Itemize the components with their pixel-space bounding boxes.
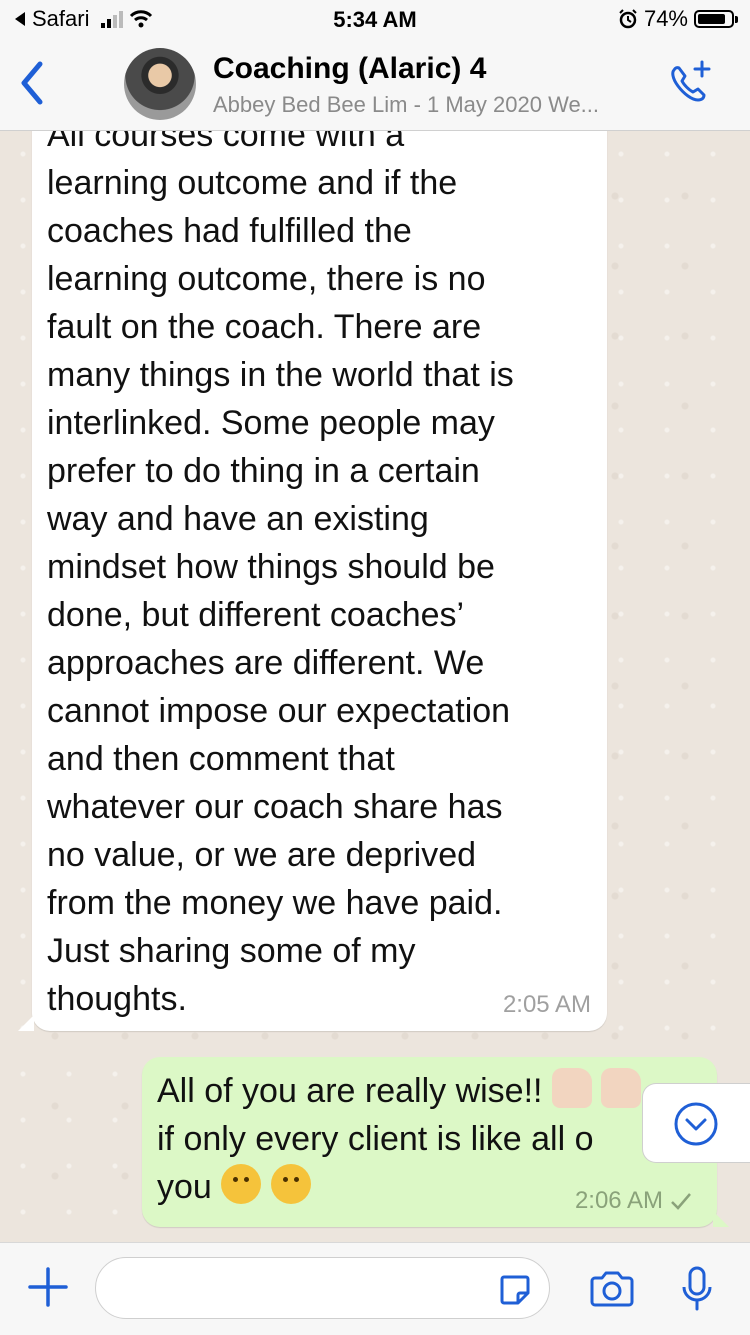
chat-area[interactable]: All courses come with a learning outcome… bbox=[0, 131, 750, 1241]
add-call-icon[interactable] bbox=[664, 58, 716, 110]
message-text: All courses come with a learning outcome… bbox=[47, 131, 514, 1018]
battery-percent: 74% bbox=[643, 6, 688, 31]
back-chevron-icon[interactable] bbox=[14, 58, 54, 108]
microphone-icon[interactable] bbox=[680, 1265, 714, 1313]
status-bar: Safari 5:34 AM 74% bbox=[0, 0, 750, 40]
incoming-message[interactable]: All courses come with a learning outcome… bbox=[18, 131, 607, 1031]
outgoing-message[interactable]: All of you are really wise!! if only eve… bbox=[142, 1057, 729, 1227]
battery-icon bbox=[694, 10, 738, 28]
thumbs-up-emoji bbox=[551, 1068, 592, 1108]
message-time-status: 2:06 AM bbox=[575, 1187, 693, 1215]
message-line-3: you bbox=[157, 1168, 212, 1206]
message-time: 2:06 AM bbox=[574, 1187, 663, 1214]
chat-subtitle[interactable]: Abbey Bed Bee Lim - 1 May 2020 We... bbox=[213, 92, 653, 118]
thumbs-up-emoji bbox=[601, 1068, 642, 1108]
smiling-emoji bbox=[270, 1164, 311, 1204]
sticker-icon[interactable] bbox=[498, 1273, 532, 1307]
message-line-2: if only every client is like all o bbox=[157, 1120, 594, 1158]
chat-header: Coaching (Alaric) 4 Abbey Bed Bee Lim - … bbox=[0, 40, 750, 131]
chevron-down-circle-icon bbox=[674, 1102, 718, 1146]
bubble-tail bbox=[18, 1015, 34, 1031]
group-avatar[interactable] bbox=[124, 48, 196, 120]
smiling-emoji bbox=[221, 1164, 262, 1204]
message-input[interactable] bbox=[95, 1257, 550, 1319]
status-right: 74% bbox=[618, 6, 738, 32]
camera-icon[interactable] bbox=[588, 1269, 636, 1309]
message-time: 2:05 AM bbox=[502, 991, 591, 1018]
message-line-1: All of you are really wise!! bbox=[157, 1072, 543, 1110]
chat-title[interactable]: Coaching (Alaric) 4 bbox=[213, 52, 486, 86]
plus-icon[interactable] bbox=[26, 1265, 70, 1309]
single-check-icon bbox=[671, 1193, 691, 1210]
scroll-to-bottom-button[interactable] bbox=[642, 1083, 750, 1163]
message-composer bbox=[0, 1242, 750, 1335]
bubble-tail bbox=[713, 1211, 729, 1227]
alarm-icon bbox=[619, 9, 637, 29]
